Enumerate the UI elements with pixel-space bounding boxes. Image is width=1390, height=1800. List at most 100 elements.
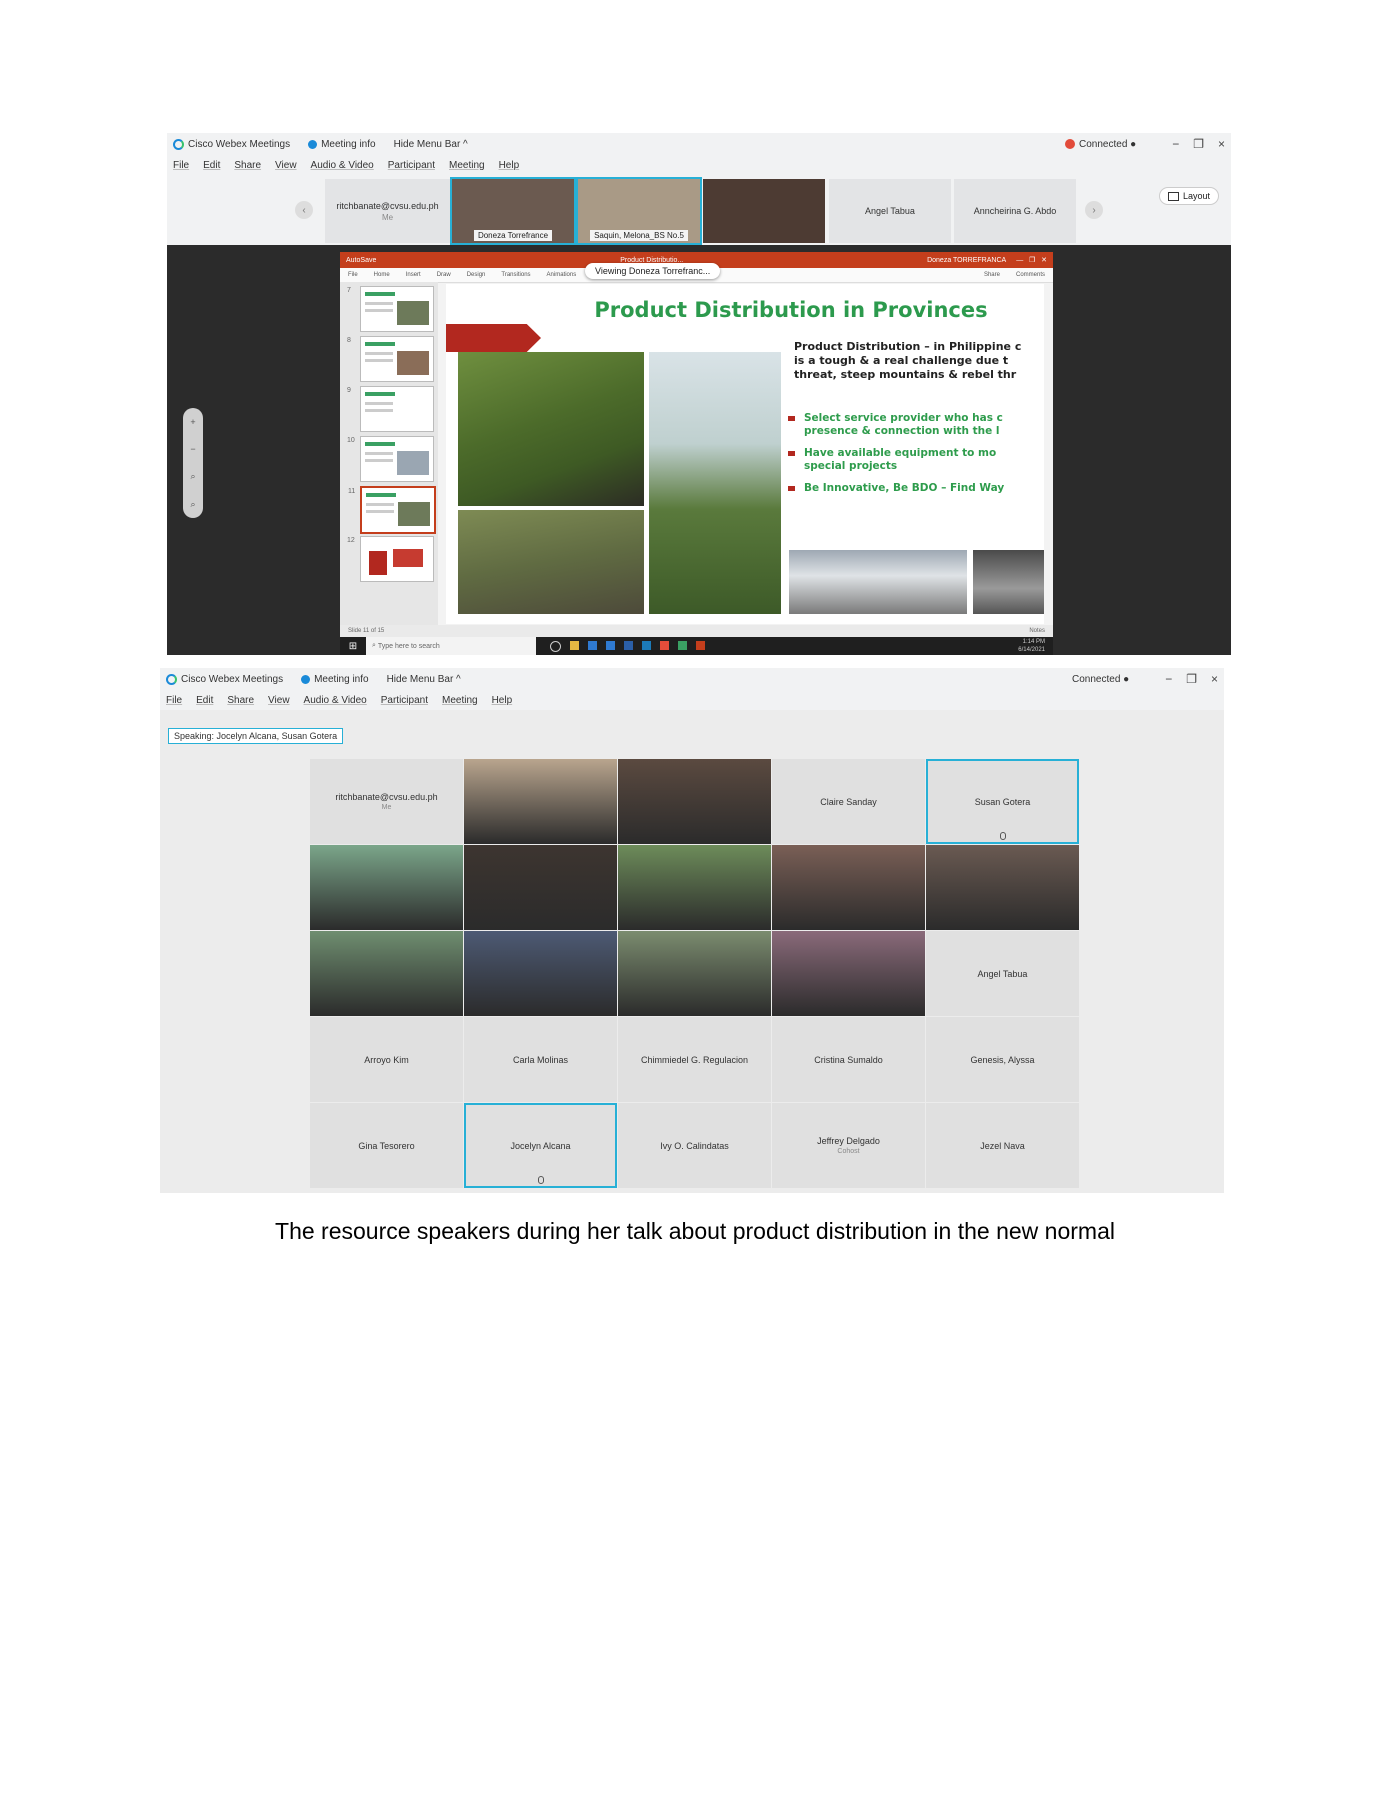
recording-icon <box>1065 139 1076 149</box>
participant-tile[interactable]: ritchbanate@cvsu.edu.ph Me <box>310 759 463 844</box>
participant-video-tile[interactable] <box>464 845 617 930</box>
menu-meeting[interactable]: Meeting <box>442 695 478 706</box>
file-explorer-icon[interactable] <box>570 640 579 650</box>
connection-status[interactable]: Connected ● <box>1072 674 1129 685</box>
menu-share[interactable]: Share <box>234 160 261 171</box>
slide-photo-truck <box>789 550 967 614</box>
slide-thumbnail[interactable]: 9 <box>347 386 434 432</box>
slide-thumbnail[interactable]: 10 <box>347 436 434 482</box>
menu-help[interactable]: Help <box>499 160 520 171</box>
word-icon[interactable] <box>624 640 633 650</box>
participant-tile[interactable]: Cristina Sumaldo <box>772 1017 925 1102</box>
participant-video-tile[interactable] <box>618 759 771 844</box>
zoom-in-button[interactable]: + <box>190 417 195 427</box>
menu-view[interactable]: View <box>275 160 297 171</box>
menu-file[interactable]: File <box>166 695 182 706</box>
ribbon-tab[interactable]: Animations <box>547 272 577 278</box>
maximize-button[interactable]: ❐ <box>1186 672 1197 686</box>
participant-name: Jezel Nava <box>980 1140 1025 1151</box>
webex-titlebar: Cisco Webex Meetings Meeting info Hide M… <box>160 668 1224 690</box>
participant-tile[interactable]: Claire Sanday <box>772 759 925 844</box>
webex-app-icon[interactable] <box>678 640 687 650</box>
menu-edit[interactable]: Edit <box>196 695 213 706</box>
menu-audio-video[interactable]: Audio & Video <box>311 160 374 171</box>
meeting-info-button[interactable]: Meeting info <box>308 139 376 150</box>
participant-tile[interactable]: Genesis, Alyssa <box>926 1017 1079 1102</box>
strip-prev-button[interactable]: ‹ <box>295 201 313 219</box>
participant-tile[interactable]: Angel Tabua <box>829 179 951 243</box>
slide-thumbnail[interactable]: 8 <box>347 336 434 382</box>
strip-next-button[interactable]: › <box>1085 201 1103 219</box>
minimize-button[interactable]: − <box>1172 137 1179 151</box>
participant-video-tile[interactable] <box>464 931 617 1016</box>
powerpoint-icon[interactable] <box>696 640 705 650</box>
menu-participant[interactable]: Participant <box>381 695 428 706</box>
ribbon-tab[interactable]: Insert <box>406 272 421 278</box>
zoom-reset-icon[interactable]: ⌕ <box>190 499 195 510</box>
hide-menu-bar-button[interactable]: Hide Menu Bar ^ <box>394 139 468 150</box>
participant-video-tile[interactable]: Saquin, Melona_BS No.5 <box>576 177 702 245</box>
participant-video-tile[interactable] <box>310 845 463 930</box>
layout-icon <box>1167 191 1179 201</box>
windows-start-icon[interactable]: ⊞ <box>340 637 366 655</box>
outlook-icon[interactable] <box>642 640 651 650</box>
menu-help[interactable]: Help <box>492 695 513 706</box>
participant-tile[interactable]: Jeffrey Delgado Cohost <box>772 1103 925 1188</box>
comments-button[interactable]: Comments <box>1016 272 1045 278</box>
participant-tile[interactable]: Gina Tesorero <box>310 1103 463 1188</box>
close-button[interactable]: × <box>1218 137 1225 151</box>
zoom-controls: + − ⌕ ⌕ <box>183 408 203 518</box>
participant-video-tile[interactable] <box>618 931 771 1016</box>
share-button[interactable]: Share <box>984 272 1000 278</box>
participant-video-tile[interactable] <box>772 931 925 1016</box>
hide-menu-bar-button[interactable]: Hide Menu Bar ^ <box>387 674 461 685</box>
participant-video-tile[interactable] <box>618 845 771 930</box>
menu-share[interactable]: Share <box>227 695 254 706</box>
participant-video-tile[interactable]: Doneza Torrefrance <box>450 177 576 245</box>
participant-video-tile[interactable] <box>310 931 463 1016</box>
ribbon-tab[interactable]: Transitions <box>501 272 530 278</box>
menu-audio-video[interactable]: Audio & Video <box>304 695 367 706</box>
participant-tile[interactable]: Jocelyn Alcana <box>464 1103 617 1188</box>
layout-button[interactable]: Layout <box>1158 187 1219 205</box>
ribbon-tab[interactable]: Design <box>467 272 486 278</box>
participant-video-tile[interactable] <box>703 179 825 243</box>
app-title: Cisco Webex Meetings <box>166 673 283 685</box>
task-view-icon[interactable] <box>550 640 561 652</box>
slide-thumbnail[interactable]: 7 <box>347 286 434 332</box>
ribbon-tab[interactable]: Draw <box>437 272 451 278</box>
slide-thumbnail[interactable]: 12 <box>347 536 434 582</box>
ribbon-tab[interactable]: Home <box>374 272 390 278</box>
participant-tile[interactable]: Arroyo Kim <box>310 1017 463 1102</box>
participant-tile[interactable]: Susan Gotera <box>926 759 1079 844</box>
participant-video-tile[interactable] <box>772 845 925 930</box>
close-button[interactable]: × <box>1211 672 1218 686</box>
participant-name: Genesis, Alyssa <box>970 1054 1035 1065</box>
ribbon-tab[interactable]: File <box>348 272 358 278</box>
participant-tile[interactable]: Chimmiedel G. Regulacion <box>618 1017 771 1102</box>
zoom-out-button[interactable]: − <box>190 444 195 454</box>
minimize-button[interactable]: − <box>1165 672 1172 686</box>
menu-meeting[interactable]: Meeting <box>449 160 485 171</box>
menu-view[interactable]: View <box>268 695 290 706</box>
store-icon[interactable] <box>606 640 615 650</box>
participant-video-tile[interactable] <box>464 759 617 844</box>
participant-tile[interactable]: ritchbanate@cvsu.edu.ph Me <box>325 179 450 243</box>
participant-tile[interactable]: Anncheirina G. Abdo <box>954 179 1076 243</box>
menu-participant[interactable]: Participant <box>388 160 435 171</box>
taskbar-search-input[interactable]: ⌕ Type here to search <box>366 637 536 655</box>
edge-icon[interactable] <box>588 640 597 650</box>
participant-tile[interactable]: Ivy O. Calindatas <box>618 1103 771 1188</box>
maximize-button[interactable]: ❐ <box>1193 137 1204 151</box>
meeting-info-button[interactable]: Meeting info <box>301 674 369 685</box>
participant-video-tile[interactable] <box>926 845 1079 930</box>
menu-edit[interactable]: Edit <box>203 160 220 171</box>
slide-thumbnail-selected[interactable]: 11 <box>348 486 436 534</box>
participant-tile[interactable]: Jezel Nava <box>926 1103 1079 1188</box>
participant-tile[interactable]: Carla Molinas <box>464 1017 617 1102</box>
participant-tile[interactable]: Angel Tabua <box>926 931 1079 1016</box>
chrome-icon[interactable] <box>660 640 669 650</box>
zoom-search-icon[interactable]: ⌕ <box>190 471 195 482</box>
connection-status[interactable]: Connected ● <box>1065 139 1136 150</box>
menu-file[interactable]: File <box>173 160 189 171</box>
